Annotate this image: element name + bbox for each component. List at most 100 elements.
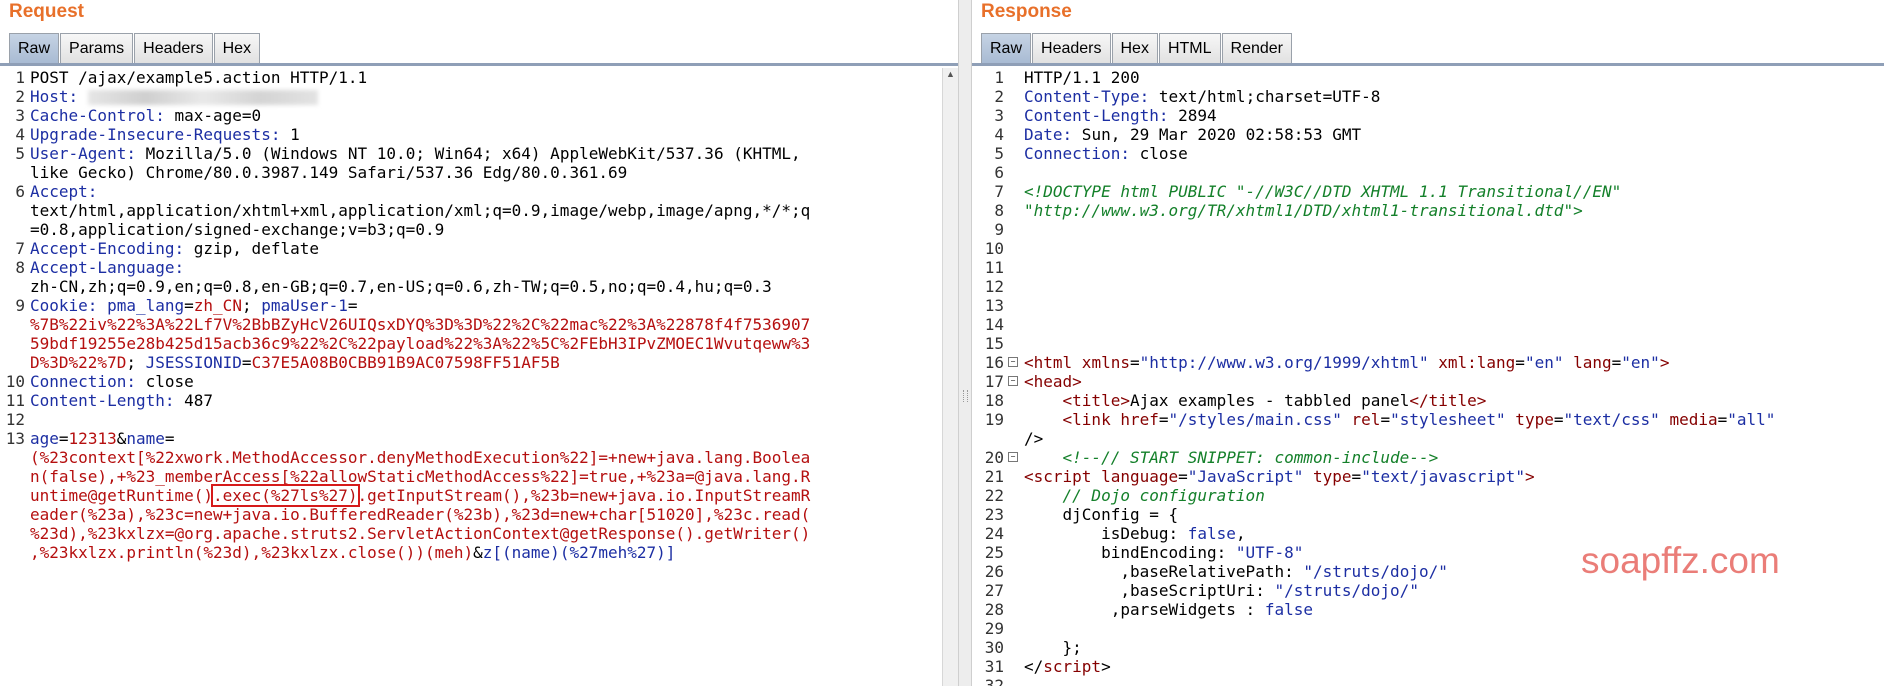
param-name: z[(name)(%27meh%27)] bbox=[482, 543, 676, 562]
html-attr-value: "/styles/main.css" bbox=[1168, 410, 1342, 429]
cookie-eq: = bbox=[184, 296, 194, 315]
line-number: 6 bbox=[994, 163, 1004, 182]
response-line: Date: Sun, 29 Mar 2020 02:58:53 GMT bbox=[1024, 125, 1884, 144]
param-value: eader(%23a),%23c=new+java.io.BufferedRea… bbox=[30, 505, 811, 524]
param-name: age bbox=[30, 429, 59, 448]
request-line: POST /ajax/example5.action HTTP/1.1 bbox=[30, 68, 940, 87]
response-tab-raw[interactable]: Raw bbox=[981, 33, 1032, 63]
html-comment: <!--// START SNIPPET: common-include--> bbox=[1024, 448, 1439, 467]
html-attr-value: "en" bbox=[1621, 353, 1660, 372]
response-line: </script> bbox=[1024, 657, 1884, 676]
response-editor[interactable]: HTTP/1.1 200 Content-Type: text/html;cha… bbox=[1024, 68, 1884, 686]
header-value: 487 bbox=[174, 391, 214, 410]
response-line: djConfig = { bbox=[1024, 505, 1884, 524]
request-tab-hex[interactable]: Hex bbox=[213, 33, 261, 63]
line-number: 28 bbox=[984, 600, 1004, 619]
html-eq: = bbox=[1380, 410, 1391, 429]
param-value: n(false),+%23_memberAccess[%22allowStati… bbox=[30, 467, 811, 486]
html-attr-value: "text/javascript" bbox=[1361, 467, 1525, 486]
header-value: close bbox=[1129, 144, 1188, 163]
line-number: 10 bbox=[5, 372, 25, 391]
line-number: 7 bbox=[15, 239, 25, 258]
line-number: 3 bbox=[15, 106, 25, 125]
html-attr-value: "text/css" bbox=[1563, 410, 1660, 429]
response-tab-render[interactable]: Render bbox=[1221, 33, 1292, 63]
line-number: 24 bbox=[984, 524, 1004, 543]
request-line: eader(%23a),%23c=new+java.io.BufferedRea… bbox=[30, 505, 940, 524]
splitter-grip-icon[interactable] bbox=[963, 390, 968, 402]
html-attr: href bbox=[1110, 410, 1159, 429]
response-line-empty bbox=[1024, 334, 1884, 353]
request-line-numbers: 1 2 3 4 5 6 7 8 9 10 11 12 13 bbox=[0, 68, 28, 686]
header-key: User-Agent: bbox=[30, 144, 136, 163]
js-code: ,parseWidgets : bbox=[1024, 600, 1265, 619]
request-tab-headers[interactable]: Headers bbox=[134, 33, 213, 63]
html-attr: type bbox=[1505, 410, 1554, 429]
request-line: Content-Length: 487 bbox=[30, 391, 940, 410]
param-sep: & bbox=[116, 429, 127, 448]
line-number bbox=[0, 163, 28, 182]
html-attr: lang bbox=[1563, 353, 1612, 372]
header-key: Cache-Control: bbox=[30, 106, 165, 125]
line-number bbox=[0, 353, 28, 372]
header-value: text/html;charset=UTF-8 bbox=[1149, 87, 1381, 106]
html-eq: = bbox=[1129, 353, 1140, 372]
request-tab-underline bbox=[0, 63, 958, 66]
response-line: <!--// START SNIPPET: common-include--> bbox=[1024, 448, 1884, 467]
response-line-empty bbox=[1024, 258, 1884, 277]
scroll-up-arrow-icon[interactable]: ▲ bbox=[946, 69, 955, 79]
request-title: Request bbox=[9, 1, 84, 22]
request-tab-raw[interactable]: Raw bbox=[9, 33, 60, 63]
request-line: Cookie: pma_lang=zh_CN; pmaUser-1= bbox=[30, 296, 940, 315]
html-attr: rel bbox=[1341, 410, 1381, 429]
line-number: 11 bbox=[984, 258, 1004, 277]
line-number: 9 bbox=[15, 296, 25, 315]
response-line-numbers: 1 2 3 4 5 6 7 8 9 10 11 12 13 14 15 16 17 18 19 20 21 22 23 24 2… bbox=[972, 68, 1007, 686]
response-line: Content-Length: 2894 bbox=[1024, 106, 1884, 125]
cookie-value: zh_CN bbox=[193, 296, 242, 315]
fold-collapse-icon[interactable]: − bbox=[1008, 357, 1018, 367]
header-value: Sun, 29 Mar 2020 02:58:53 GMT bbox=[1072, 125, 1362, 144]
fold-collapse-icon[interactable]: − bbox=[1008, 452, 1018, 462]
line-number: 6 bbox=[15, 182, 25, 201]
header-value: 1 bbox=[280, 125, 300, 144]
html-attr: language bbox=[1091, 467, 1179, 486]
fold-collapse-icon[interactable]: − bbox=[1008, 376, 1018, 386]
line-number: 4 bbox=[15, 125, 25, 144]
line-number: 16 bbox=[984, 353, 1004, 372]
html-eq: = bbox=[1178, 467, 1188, 486]
response-tabbar: Raw Headers Hex HTML Render bbox=[981, 33, 1293, 64]
pane-splitter[interactable] bbox=[958, 0, 972, 686]
cookie-name: pmaUser-1 bbox=[261, 296, 348, 315]
response-line: }; bbox=[1024, 638, 1884, 657]
line-number: 25 bbox=[984, 543, 1004, 562]
request-tab-params[interactable]: Params bbox=[60, 33, 134, 63]
response-line: ,baseScriptUri: "/struts/dojo/" bbox=[1024, 581, 1884, 600]
html-attr: xml:lang bbox=[1428, 353, 1516, 372]
cookie-value: D%3D%22%7D bbox=[30, 353, 127, 372]
line-number: 2 bbox=[994, 87, 1004, 106]
request-vertical-scrollbar[interactable]: ▲ bbox=[942, 68, 958, 686]
request-editor[interactable]: POST /ajax/example5.action HTTP/1.1 Host… bbox=[30, 68, 940, 686]
response-tab-hex[interactable]: Hex bbox=[1111, 33, 1158, 63]
request-line: %7B%22iv%22%3A%22Lf7V%2BbBZyHcV26UIQsxDY… bbox=[30, 315, 940, 334]
response-tab-html[interactable]: HTML bbox=[1158, 33, 1221, 63]
header-key: Upgrade-Insecure-Requests: bbox=[30, 125, 281, 144]
response-line: /> bbox=[1024, 429, 1884, 448]
line-number bbox=[0, 486, 28, 505]
response-line: <script language="JavaScript" type="text… bbox=[1024, 467, 1884, 486]
html-tag: <head> bbox=[1024, 372, 1082, 391]
request-line: D%3D%22%7D; JSESSIONID=C37E5A08B0CBB91B9… bbox=[30, 353, 940, 372]
header-value: text/html,application/xhtml+xml,applicat… bbox=[30, 201, 811, 220]
request-line: Host: bbox=[30, 87, 940, 106]
request-line: %23d),%23kxlzx=@org.apache.struts2.Servl… bbox=[30, 524, 940, 543]
html-tag: script bbox=[1043, 657, 1102, 676]
response-line: // Dojo configuration bbox=[1024, 486, 1884, 505]
response-tab-headers[interactable]: Headers bbox=[1032, 33, 1111, 63]
header-key: Date: bbox=[1024, 125, 1073, 144]
html-tag: </title> bbox=[1409, 391, 1487, 410]
line-number bbox=[0, 467, 28, 486]
line-number: 32 bbox=[984, 676, 1004, 686]
line-number bbox=[0, 334, 28, 353]
param-value: 12313 bbox=[68, 429, 117, 448]
